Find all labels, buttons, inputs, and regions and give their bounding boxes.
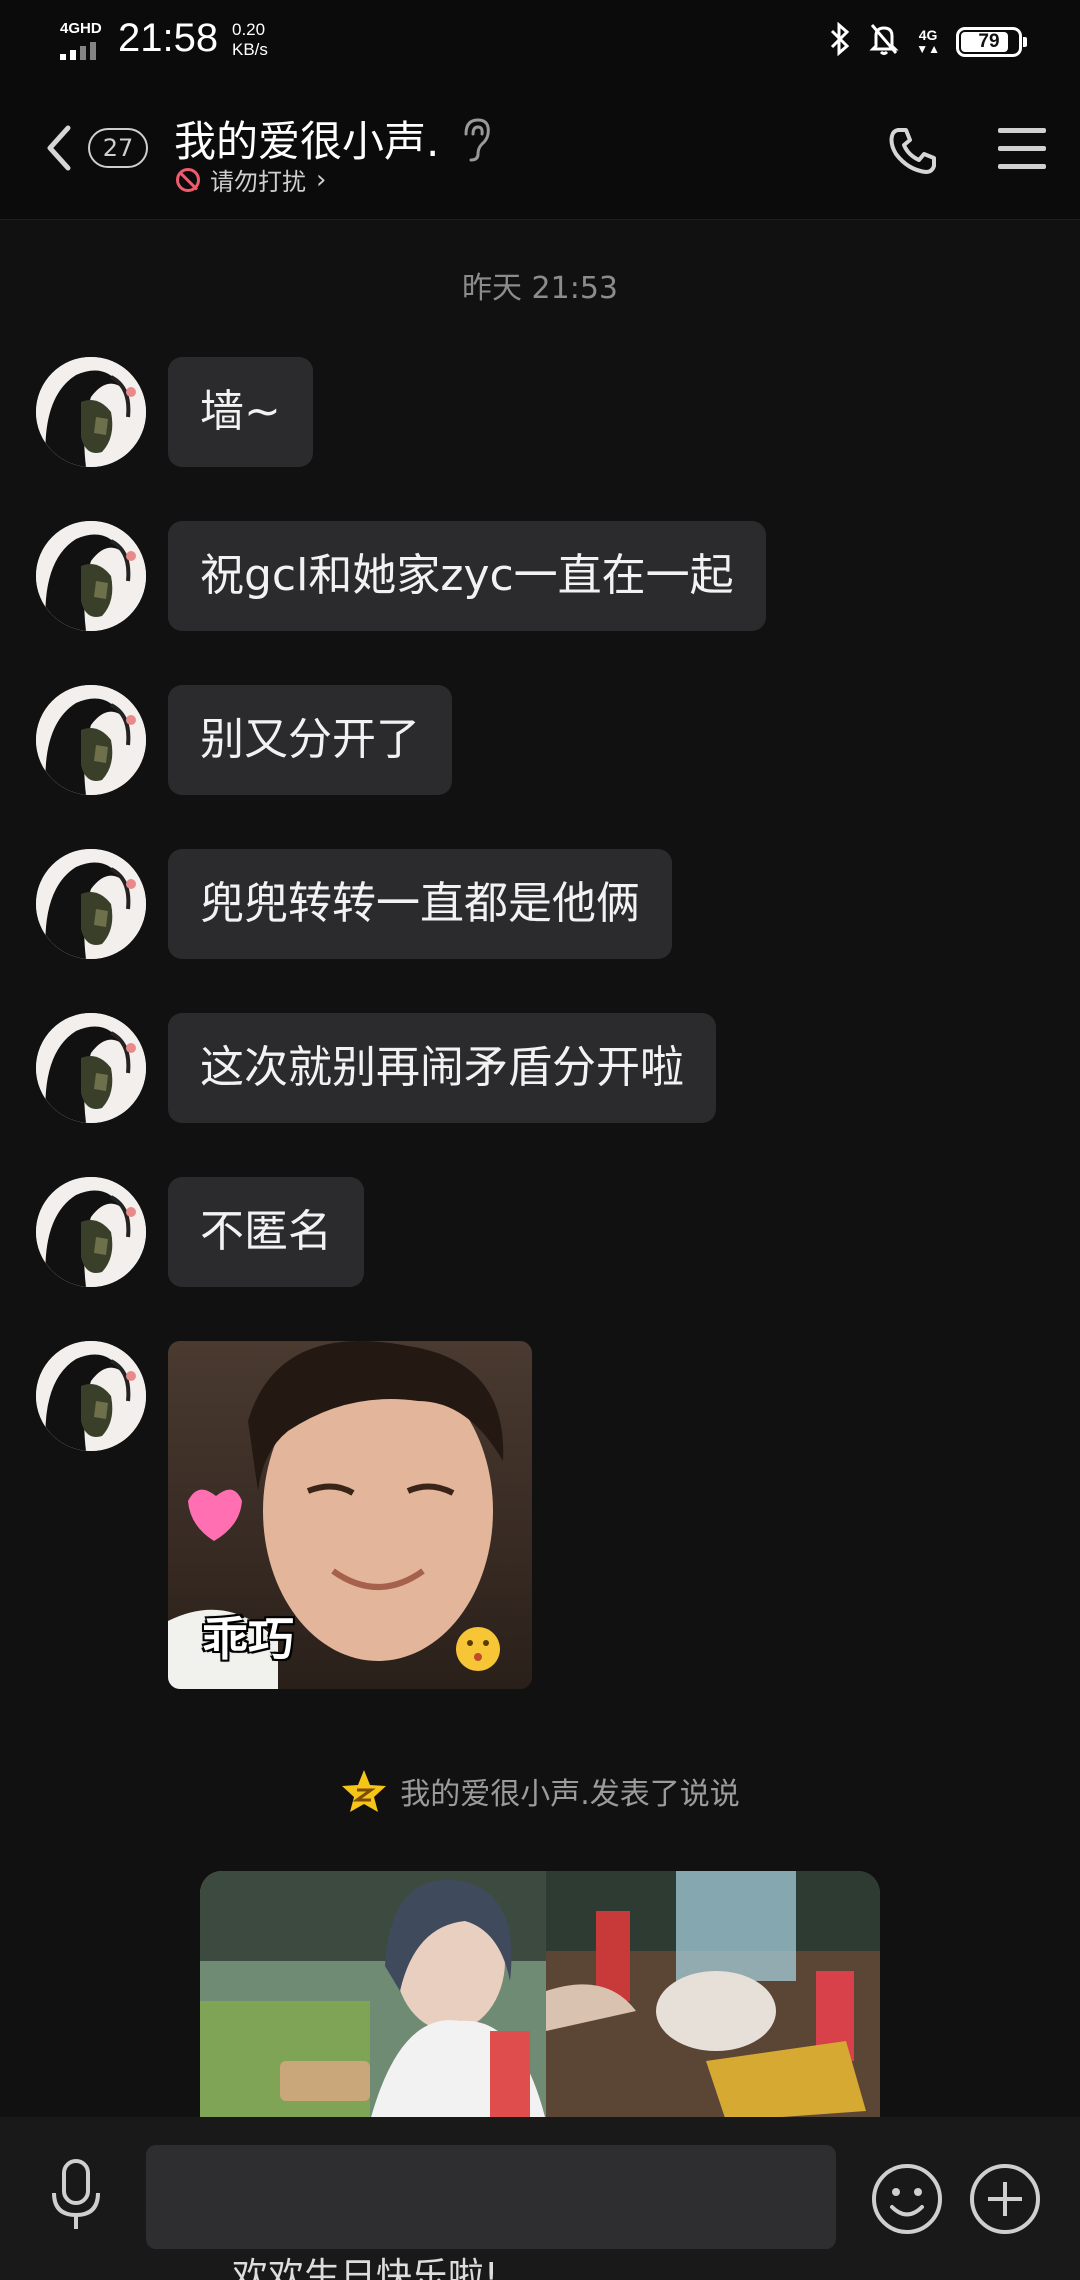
message-bubble[interactable]: 不匿名 bbox=[168, 1177, 364, 1287]
ear-icon[interactable] bbox=[458, 116, 494, 164]
clock: 21:58 bbox=[118, 16, 219, 60]
emoji-icon bbox=[872, 2164, 942, 2234]
message-bubble[interactable]: 祝gcl和她家zyc一直在一起 bbox=[168, 521, 766, 631]
status-bar: 4GHD 21:58 0.20 KB/s 4G ▼▲ 79 bbox=[0, 0, 1080, 82]
message-list[interactable]: 昨天 21:53 墙~ 祝gcl和她家zyc一直在一起 别又分开了 兜兜转转一直… bbox=[0, 221, 1080, 2117]
post-notice[interactable]: 我的爱很小声.发表了说说 bbox=[0, 1768, 1080, 1814]
network-4g-label: 4G bbox=[918, 27, 938, 43]
chat-header: 27 我的爱很小声. 请勿打扰 › bbox=[0, 82, 1080, 220]
bluetooth-icon bbox=[828, 21, 852, 63]
avatar[interactable] bbox=[36, 1341, 146, 1451]
sticker-caption: 乖巧 bbox=[202, 1612, 294, 1666]
more-options-button[interactable] bbox=[968, 2162, 1042, 2236]
post-notice-text: 我的爱很小声.发表了说说 bbox=[400, 1777, 740, 1812]
avatar[interactable] bbox=[36, 849, 146, 959]
network-speed: 0.20 KB/s bbox=[232, 20, 268, 60]
phone-icon bbox=[889, 128, 936, 174]
shared-post-card[interactable] bbox=[200, 1871, 880, 2117]
phone-call-button[interactable] bbox=[886, 124, 940, 178]
bell-muted-icon bbox=[868, 22, 900, 63]
network-type-label: 4GHD bbox=[60, 20, 102, 37]
shared-post-caption: 欢欢生日快乐啦! bbox=[232, 2256, 499, 2280]
dnd-status-label: 请勿打扰 bbox=[210, 168, 306, 196]
star-icon bbox=[342, 1770, 387, 1812]
chevron-right-icon: › bbox=[316, 164, 327, 195]
post-photo[interactable] bbox=[546, 1871, 880, 2117]
dnd-status[interactable]: 请勿打扰 › bbox=[176, 162, 326, 197]
voice-input-button[interactable] bbox=[48, 2157, 104, 2233]
network-speed-value: 0.20 bbox=[232, 20, 266, 39]
menu-button[interactable] bbox=[998, 128, 1046, 172]
avatar[interactable] bbox=[36, 357, 146, 467]
unread-count-badge[interactable]: 27 bbox=[88, 128, 148, 168]
menu-icon bbox=[998, 128, 1046, 133]
do-not-disturb-icon bbox=[176, 167, 200, 192]
avatar[interactable] bbox=[36, 1013, 146, 1123]
message-bubble[interactable]: 兜兜转转一直都是他俩 bbox=[168, 849, 672, 959]
back-button[interactable] bbox=[38, 118, 78, 178]
input-bar: 欢欢生日快乐啦! bbox=[0, 2117, 1080, 2280]
post-photo[interactable] bbox=[200, 1871, 546, 2117]
avatar[interactable] bbox=[36, 685, 146, 795]
battery-percent: 79 bbox=[978, 31, 1000, 52]
sticker-image[interactable]: 乖巧 bbox=[168, 1341, 532, 1689]
chat-title[interactable]: 我的爱很小声. bbox=[174, 108, 439, 169]
plus-icon bbox=[970, 2164, 1040, 2234]
network-speed-unit: KB/s bbox=[232, 40, 268, 59]
microphone-icon bbox=[52, 2159, 100, 2229]
avatar[interactable] bbox=[36, 521, 146, 631]
signal-bars-icon bbox=[60, 42, 96, 60]
back-icon bbox=[47, 125, 71, 171]
network-4g-indicator: 4G ▼▲ bbox=[916, 27, 940, 56]
message-timestamp: 昨天 21:53 bbox=[462, 271, 618, 306]
message-bubble[interactable]: 这次就别再闹矛盾分开啦 bbox=[168, 1013, 716, 1123]
battery-icon: 79 bbox=[956, 27, 1027, 57]
emoji-button[interactable] bbox=[870, 2162, 944, 2236]
avatar[interactable] bbox=[36, 1177, 146, 1287]
message-bubble[interactable]: 别又分开了 bbox=[168, 685, 452, 795]
message-input[interactable] bbox=[146, 2145, 836, 2249]
message-bubble[interactable]: 墙~ bbox=[168, 357, 313, 467]
cellular-signal: 4GHD bbox=[58, 20, 108, 64]
